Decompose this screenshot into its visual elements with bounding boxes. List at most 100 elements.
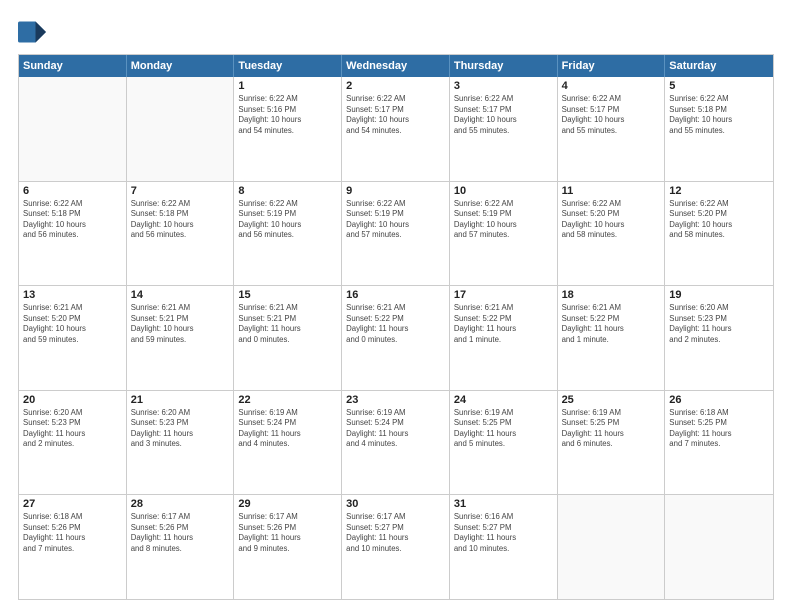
day-info: Sunrise: 6:17 AM Sunset: 5:27 PM Dayligh… [346, 512, 445, 554]
day-info: Sunrise: 6:18 AM Sunset: 5:25 PM Dayligh… [669, 408, 769, 450]
calendar-cell: 10Sunrise: 6:22 AM Sunset: 5:19 PM Dayli… [450, 182, 558, 286]
day-number: 29 [238, 498, 337, 510]
day-info: Sunrise: 6:22 AM Sunset: 5:16 PM Dayligh… [238, 94, 337, 136]
day-number: 17 [454, 289, 553, 301]
weekday-header: Tuesday [234, 55, 342, 77]
calendar-cell: 28 Sunrise: 6:17 AM Sunset: 5:26 PM Dayli… [127, 495, 235, 599]
calendar-cell: 26 Sunrise: 6:18 AM Sunset: 5:25 PM Dayli… [665, 391, 773, 495]
day-info: Sunrise: 6:22 AM Sunset: 5:17 PM Dayligh… [346, 94, 445, 136]
day-number: 26 [669, 394, 769, 406]
day-number: 30 [346, 498, 445, 510]
calendar-cell: 16Sunrise: 6:21 AM Sunset: 5:22 PM Dayli… [342, 286, 450, 390]
calendar-cell: 21 Sunrise: 6:20 AM Sunset: 5:23 PM Dayli… [127, 391, 235, 495]
day-number: 18 [562, 289, 661, 301]
calendar-body: 1Sunrise: 6:22 AM Sunset: 5:16 PM Daylig… [19, 77, 773, 599]
calendar-cell: 6 Sunrise: 6:22 AM Sunset: 5:18 PM Daylig… [19, 182, 127, 286]
day-info: Sunrise: 6:21 AM Sunset: 5:22 PM Dayligh… [562, 303, 661, 345]
logo-icon [18, 18, 46, 46]
day-number: 6 [23, 185, 122, 197]
day-info: Sunrise: 6:21 AM Sunset: 5:20 PM Dayligh… [23, 303, 122, 345]
day-info: Sunrise: 6:17 AM Sunset: 5:26 PM Dayligh… [238, 512, 337, 554]
day-info: Sunrise: 6:22 AM Sunset: 5:17 PM Dayligh… [454, 94, 553, 136]
day-number: 8 [238, 185, 337, 197]
day-info: Sunrise: 6:18 AM Sunset: 5:26 PM Dayligh… [23, 512, 122, 554]
day-info: Sunrise: 6:19 AM Sunset: 5:25 PM Dayligh… [454, 408, 553, 450]
calendar-cell [558, 495, 666, 599]
calendar-cell: 8 Sunrise: 6:22 AM Sunset: 5:19 PM Daylig… [234, 182, 342, 286]
day-number: 31 [454, 498, 553, 510]
day-info: Sunrise: 6:21 AM Sunset: 5:22 PM Dayligh… [346, 303, 445, 345]
day-info: Sunrise: 6:21 AM Sunset: 5:22 PM Dayligh… [454, 303, 553, 345]
calendar-cell: 3 Sunrise: 6:22 AM Sunset: 5:17 PM Daylig… [450, 77, 558, 181]
weekday-header: Saturday [665, 55, 773, 77]
day-info: Sunrise: 6:22 AM Sunset: 5:19 PM Dayligh… [346, 199, 445, 241]
day-number: 28 [131, 498, 230, 510]
calendar-cell: 17 Sunrise: 6:21 AM Sunset: 5:22 PM Dayli… [450, 286, 558, 390]
day-number: 13 [23, 289, 122, 301]
day-number: 7 [131, 185, 230, 197]
day-info: Sunrise: 6:20 AM Sunset: 5:23 PM Dayligh… [23, 408, 122, 450]
day-number: 2 [346, 80, 445, 92]
calendar-row: 1Sunrise: 6:22 AM Sunset: 5:16 PM Daylig… [19, 77, 773, 181]
calendar-cell: 9 Sunrise: 6:22 AM Sunset: 5:19 PM Daylig… [342, 182, 450, 286]
day-info: Sunrise: 6:19 AM Sunset: 5:24 PM Dayligh… [346, 408, 445, 450]
day-info: Sunrise: 6:22 AM Sunset: 5:19 PM Dayligh… [238, 199, 337, 241]
calendar-cell: 20 Sunrise: 6:20 AM Sunset: 5:23 PM Dayli… [19, 391, 127, 495]
day-info: Sunrise: 6:22 AM Sunset: 5:18 PM Dayligh… [669, 94, 769, 136]
day-number: 9 [346, 185, 445, 197]
calendar-row: 6 Sunrise: 6:22 AM Sunset: 5:18 PM Daylig… [19, 181, 773, 286]
day-info: Sunrise: 6:20 AM Sunset: 5:23 PM Dayligh… [669, 303, 769, 345]
weekday-header: Friday [558, 55, 666, 77]
calendar-cell: 30 Sunrise: 6:17 AM Sunset: 5:27 PM Dayli… [342, 495, 450, 599]
calendar-row: 20 Sunrise: 6:20 AM Sunset: 5:23 PM Dayli… [19, 390, 773, 495]
weekday-header: Wednesday [342, 55, 450, 77]
calendar-cell: 15Sunrise: 6:21 AM Sunset: 5:21 PM Dayli… [234, 286, 342, 390]
day-number: 20 [23, 394, 122, 406]
day-number: 5 [669, 80, 769, 92]
calendar-row: 13 Sunrise: 6:21 AM Sunset: 5:20 PM Dayli… [19, 285, 773, 390]
weekday-header: Thursday [450, 55, 558, 77]
day-info: Sunrise: 6:20 AM Sunset: 5:23 PM Dayligh… [131, 408, 230, 450]
calendar-cell: 12Sunrise: 6:22 AM Sunset: 5:20 PM Dayli… [665, 182, 773, 286]
calendar-cell [19, 77, 127, 181]
day-info: Sunrise: 6:16 AM Sunset: 5:27 PM Dayligh… [454, 512, 553, 554]
calendar-cell: 5 Sunrise: 6:22 AM Sunset: 5:18 PM Daylig… [665, 77, 773, 181]
day-info: Sunrise: 6:22 AM Sunset: 5:20 PM Dayligh… [562, 199, 661, 241]
day-number: 14 [131, 289, 230, 301]
weekday-header: Monday [127, 55, 235, 77]
calendar-cell: 19 Sunrise: 6:20 AM Sunset: 5:23 PM Dayli… [665, 286, 773, 390]
day-info: Sunrise: 6:19 AM Sunset: 5:25 PM Dayligh… [562, 408, 661, 450]
calendar-row: 27Sunrise: 6:18 AM Sunset: 5:26 PM Dayli… [19, 494, 773, 599]
calendar-cell: 29 Sunrise: 6:17 AM Sunset: 5:26 PM Dayli… [234, 495, 342, 599]
day-info: Sunrise: 6:22 AM Sunset: 5:18 PM Dayligh… [23, 199, 122, 241]
day-info: Sunrise: 6:17 AM Sunset: 5:26 PM Dayligh… [131, 512, 230, 554]
day-number: 25 [562, 394, 661, 406]
calendar: SundayMondayTuesdayWednesdayThursdayFrid… [18, 54, 774, 600]
day-info: Sunrise: 6:21 AM Sunset: 5:21 PM Dayligh… [131, 303, 230, 345]
day-info: Sunrise: 6:22 AM Sunset: 5:20 PM Dayligh… [669, 199, 769, 241]
calendar-cell: 1Sunrise: 6:22 AM Sunset: 5:16 PM Daylig… [234, 77, 342, 181]
day-number: 3 [454, 80, 553, 92]
calendar-cell: 11Sunrise: 6:22 AM Sunset: 5:20 PM Dayli… [558, 182, 666, 286]
calendar-cell: 13 Sunrise: 6:21 AM Sunset: 5:20 PM Dayli… [19, 286, 127, 390]
logo [18, 18, 50, 46]
page: SundayMondayTuesdayWednesdayThursdayFrid… [0, 0, 792, 612]
calendar-cell: 31 Sunrise: 6:16 AM Sunset: 5:27 PM Dayli… [450, 495, 558, 599]
calendar-cell: 25 Sunrise: 6:19 AM Sunset: 5:25 PM Dayli… [558, 391, 666, 495]
calendar-cell: 7 Sunrise: 6:22 AM Sunset: 5:18 PM Daylig… [127, 182, 235, 286]
calendar-cell [127, 77, 235, 181]
calendar-cell: 23 Sunrise: 6:19 AM Sunset: 5:24 PM Dayli… [342, 391, 450, 495]
calendar-cell: 2 Sunrise: 6:22 AM Sunset: 5:17 PM Daylig… [342, 77, 450, 181]
calendar-cell: 18 Sunrise: 6:21 AM Sunset: 5:22 PM Dayli… [558, 286, 666, 390]
calendar-cell: 27Sunrise: 6:18 AM Sunset: 5:26 PM Dayli… [19, 495, 127, 599]
day-info: Sunrise: 6:19 AM Sunset: 5:24 PM Dayligh… [238, 408, 337, 450]
calendar-cell [665, 495, 773, 599]
calendar-cell: 14 Sunrise: 6:21 AM Sunset: 5:21 PM Dayli… [127, 286, 235, 390]
day-number: 23 [346, 394, 445, 406]
day-number: 15 [238, 289, 337, 301]
day-number: 21 [131, 394, 230, 406]
day-number: 24 [454, 394, 553, 406]
day-number: 19 [669, 289, 769, 301]
day-info: Sunrise: 6:22 AM Sunset: 5:18 PM Dayligh… [131, 199, 230, 241]
header [18, 18, 774, 46]
